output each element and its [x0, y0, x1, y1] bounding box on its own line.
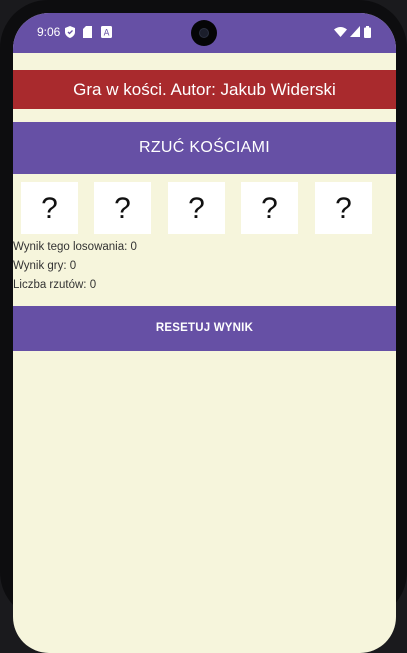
- die-2[interactable]: ?: [94, 182, 151, 234]
- wifi-icon: [334, 27, 347, 37]
- die-4[interactable]: ?: [241, 182, 298, 234]
- status-time: 9:06: [37, 25, 61, 39]
- game-score-text: Wynik gry: 0: [13, 260, 77, 272]
- roll-count-text: Liczba rzutów: 0: [13, 279, 97, 291]
- svg-text:A: A: [104, 29, 110, 39]
- sd-card-icon: [83, 26, 92, 38]
- shield-icon: [65, 26, 75, 38]
- signal-icon: [350, 26, 360, 37]
- roll-dice-button[interactable]: RZUĆ KOŚCIAMI: [13, 122, 396, 174]
- front-camera: [191, 20, 217, 46]
- die-3[interactable]: ?: [168, 182, 225, 234]
- app-title: Gra w kości. Autor: Jakub Widerski: [13, 70, 396, 109]
- die-5[interactable]: ?: [315, 182, 372, 234]
- reset-score-button[interactable]: RESETUJ WYNIK: [13, 306, 396, 351]
- screen: 9:06 A Gra w kości. Autor: Jakub Widersk…: [13, 13, 396, 653]
- keyboard-icon: A: [101, 26, 112, 38]
- battery-icon: [364, 26, 371, 38]
- die-1[interactable]: ?: [21, 182, 78, 234]
- dice-row: ? ? ? ? ?: [13, 182, 396, 234]
- status-bar: 9:06 A: [13, 13, 396, 53]
- roll-result-text: Wynik tego losowania: 0: [13, 241, 137, 253]
- phone-frame: 9:06 A Gra w kości. Autor: Jakub Widersk…: [0, 0, 407, 653]
